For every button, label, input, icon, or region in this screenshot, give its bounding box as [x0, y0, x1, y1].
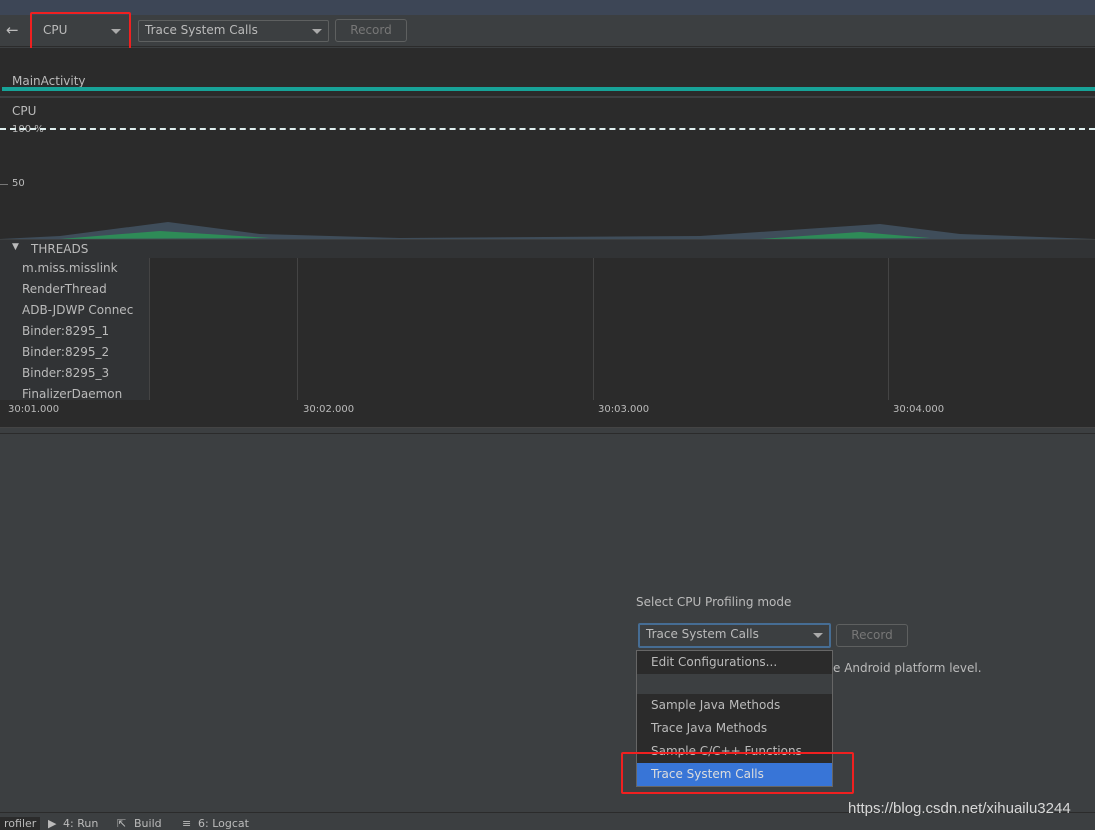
profiler-toolbar: ← CPU Trace System Calls Record — [0, 15, 1095, 47]
watermark: https://blog.csdn.net/xihuailu3244 — [848, 800, 1071, 817]
menu-item-trace-java[interactable]: Trace Java Methods — [637, 717, 832, 740]
chevron-down-icon — [312, 29, 322, 34]
mode-select[interactable]: Trace System Calls — [138, 20, 329, 42]
cpu-usage-graph — [0, 222, 1095, 239]
activity-bar — [2, 87, 1095, 91]
chevron-down-icon — [813, 633, 823, 638]
time-tick: 30:04.000 — [893, 404, 945, 415]
time-tick: 30:02.000 — [303, 404, 355, 415]
thread-item[interactable]: Binder:8295_3 — [0, 363, 149, 384]
profiling-mode-title: Select CPU Profiling mode — [636, 595, 792, 609]
tab-profiler[interactable]: rofiler — [0, 817, 41, 830]
tab-run[interactable]: 4: Run — [63, 817, 98, 830]
grid-line — [593, 258, 594, 400]
highlight-box — [30, 12, 131, 53]
time-tick: 30:01.000 — [8, 404, 60, 415]
profiling-panel: Select CPU Profiling mode Trace System C… — [0, 433, 1095, 813]
title-strip — [0, 0, 1095, 15]
tab-build[interactable]: Build — [134, 817, 162, 830]
grid-line — [888, 258, 889, 400]
record-button[interactable]: Record — [335, 19, 407, 42]
thread-item[interactable]: m.miss.misslink — [0, 258, 149, 279]
threads-header[interactable]: ▼ THREADS — [0, 240, 1095, 258]
time-tick: 30:03.000 — [598, 404, 650, 415]
menu-separator — [637, 674, 832, 694]
activity-track: MainActivity — [0, 48, 1095, 96]
activity-label: MainActivity — [12, 74, 86, 88]
profiling-mode-select[interactable]: Trace System Calls — [638, 623, 831, 648]
time-axis: 30:01.000 30:02.000 30:03.000 30:04.000 — [0, 400, 1095, 428]
mode-description: e Android platform level. — [833, 661, 982, 675]
menu-item-sample-java[interactable]: Sample Java Methods — [637, 694, 832, 717]
logcat-icon: ≡ — [182, 817, 192, 830]
thread-list: m.miss.misslink RenderThread ADB-JDWP Co… — [0, 258, 150, 401]
thread-item[interactable]: ADB-JDWP Connec — [0, 300, 149, 321]
thread-item[interactable]: Binder:8295_1 — [0, 321, 149, 342]
collapse-triangle-icon[interactable]: ▼ — [12, 242, 19, 252]
grid-line — [297, 258, 298, 400]
cpu-chart: CPU 100 % 50 — [0, 97, 1095, 239]
hammer-icon: ⇱ — [117, 817, 127, 830]
threads-timeline — [0, 258, 1095, 400]
threads-header-label: THREADS — [31, 242, 89, 256]
thread-item[interactable]: RenderThread — [0, 279, 149, 300]
tab-logcat[interactable]: 6: Logcat — [198, 817, 249, 830]
run-icon: ▶ — [48, 817, 57, 830]
thread-item[interactable]: Binder:8295_2 — [0, 342, 149, 363]
back-arrow-icon[interactable]: ← — [6, 21, 19, 39]
menu-item-edit-configurations[interactable]: Edit Configurations... — [637, 651, 832, 674]
highlight-box — [621, 752, 854, 794]
profiling-record-button[interactable]: Record — [836, 624, 908, 647]
